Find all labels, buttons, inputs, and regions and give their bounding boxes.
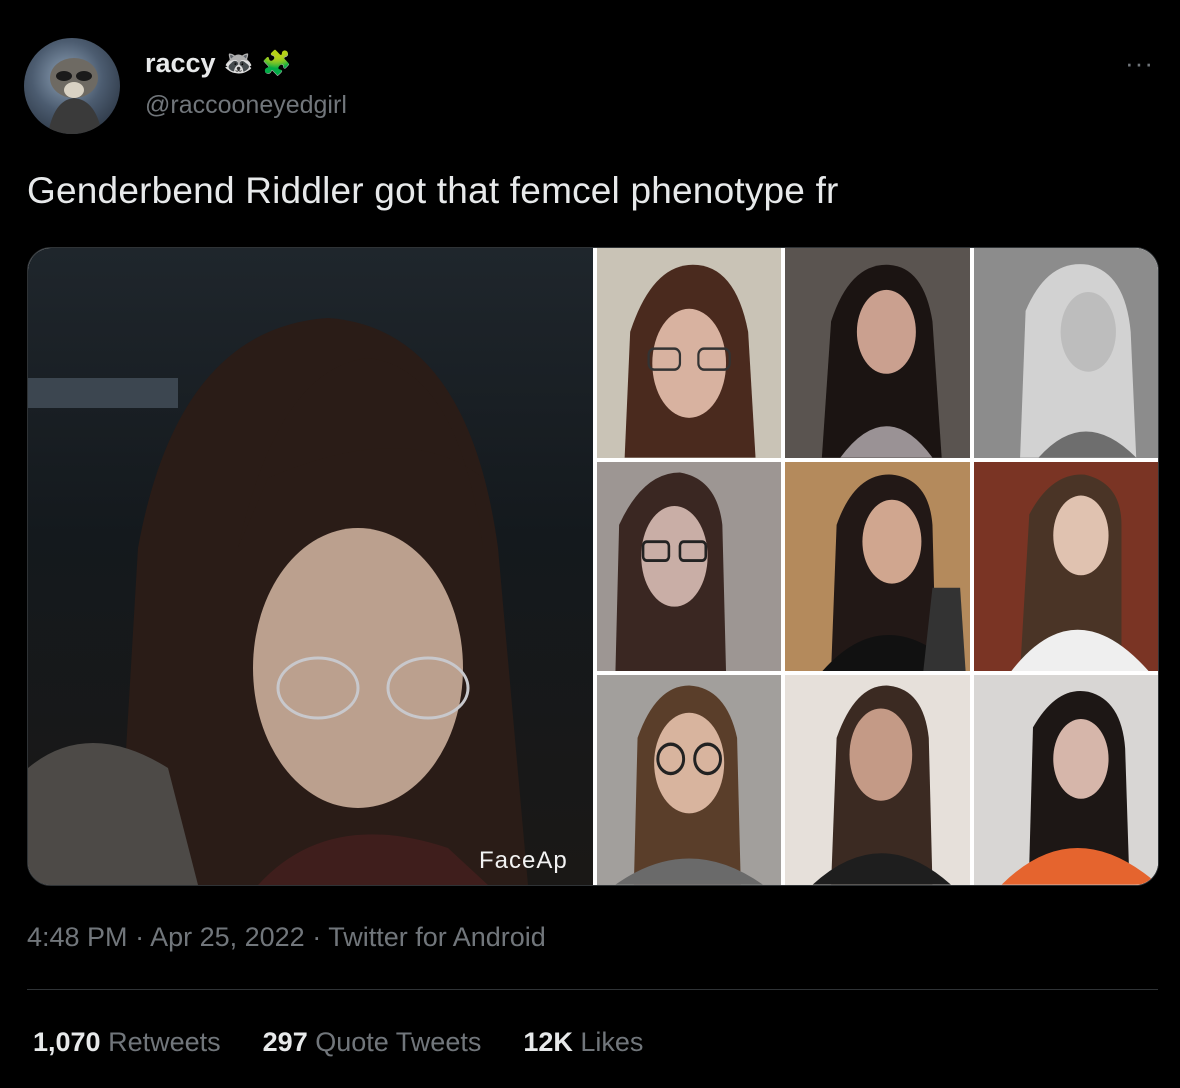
grid-photo[interactable] <box>785 461 970 672</box>
more-options-icon[interactable]: ··· <box>1125 48 1154 79</box>
grid-photo[interactable] <box>973 248 1158 458</box>
author-handle[interactable]: @raccooneyedgirl <box>145 91 347 120</box>
retweets-stat[interactable]: 1,070 Retweets <box>33 1027 221 1058</box>
raccoon-emoji-icon: 🦝 <box>223 49 254 77</box>
grid-photo-portrait <box>812 685 952 885</box>
retweets-count: 1,070 <box>33 1027 101 1057</box>
grid-photo[interactable] <box>597 461 782 672</box>
author-display-name[interactable]: raccy <box>145 48 216 79</box>
tweet-media[interactable]: FaceAp <box>27 247 1159 886</box>
author-avatar[interactable] <box>24 38 120 134</box>
quote-tweets-count: 297 <box>262 1027 308 1057</box>
grid-photo[interactable] <box>785 675 970 885</box>
puzzle-piece-emoji-icon: 🧩 <box>261 49 292 77</box>
grid-photo-portrait <box>1019 264 1136 458</box>
grid-photo-portrait <box>615 685 763 885</box>
raccoon-avatar-image <box>48 58 102 134</box>
tweet-date[interactable]: Apr 25, 2022 <box>150 922 305 952</box>
tweet-source[interactable]: Twitter for Android <box>328 922 546 952</box>
tweet-text: Genderbend Riddler got that femcel pheno… <box>27 170 839 211</box>
meta-separator: · <box>127 922 151 952</box>
divider <box>27 989 1158 990</box>
faceapp-watermark: FaceAp <box>479 847 568 874</box>
likes-stat[interactable]: 12K Likes <box>523 1027 643 1058</box>
grid-photo-portrait <box>1010 474 1149 672</box>
author-name-row: raccy 🦝 🧩 <box>145 48 291 79</box>
main-photo[interactable]: FaceAp <box>28 248 593 885</box>
tweet-metadata: 4:48 PM · Apr 25, 2022 · Twitter for And… <box>27 922 546 953</box>
grid-photo[interactable] <box>597 675 782 885</box>
meta-separator: · <box>304 922 329 952</box>
grid-photo-portrait <box>615 472 727 672</box>
likes-count: 12K <box>523 1027 573 1057</box>
tweet-time[interactable]: 4:48 PM <box>27 922 128 952</box>
photo-grid <box>597 248 1158 885</box>
grid-photo-portrait <box>1001 691 1158 885</box>
grid-photo-portrait <box>822 474 966 672</box>
likes-label: Likes <box>580 1027 644 1057</box>
tweet-stats: 1,070 Retweets 297 Quote Tweets 12K Like… <box>33 1027 643 1058</box>
grid-photo-portrait <box>624 264 756 458</box>
quote-tweets-label: Quote Tweets <box>315 1027 482 1057</box>
main-photo-portrait <box>28 318 528 885</box>
grid-photo-portrait <box>822 264 943 458</box>
quote-tweets-stat[interactable]: 297 Quote Tweets <box>263 1027 482 1058</box>
grid-photo[interactable] <box>785 248 970 458</box>
grid-photo[interactable] <box>973 461 1158 672</box>
retweets-label: Retweets <box>108 1027 221 1057</box>
grid-photo[interactable] <box>973 675 1158 885</box>
grid-photo[interactable] <box>597 248 782 458</box>
